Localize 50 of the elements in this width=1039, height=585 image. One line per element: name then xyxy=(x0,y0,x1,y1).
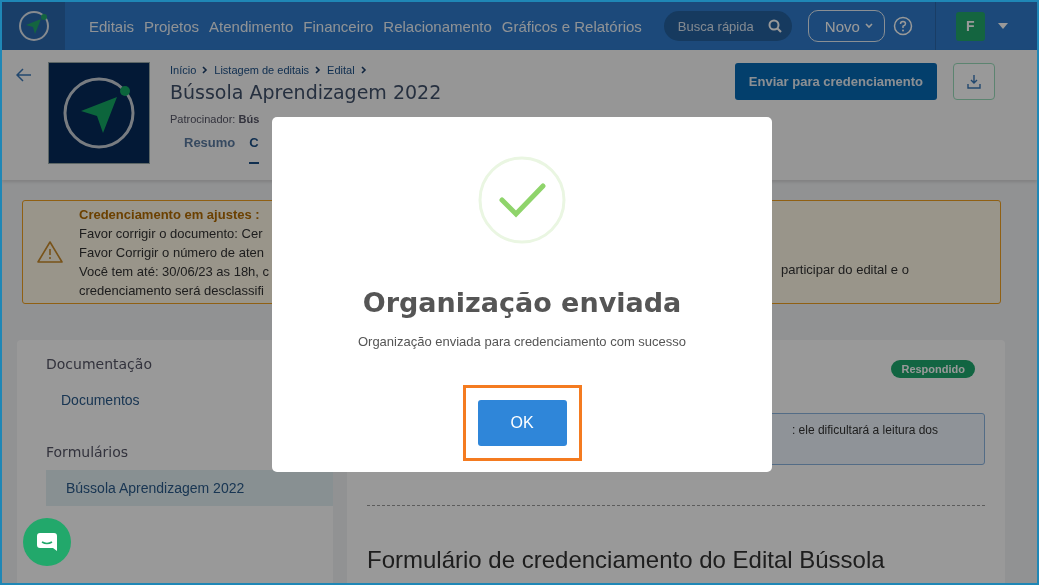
sponsor-label: Patrocinador: xyxy=(170,113,236,125)
form-heading: Formulário de credenciamento do Edital Bússola xyxy=(367,546,886,574)
chevron-icon xyxy=(201,66,210,74)
status-badge: Respondido xyxy=(891,360,975,378)
breadcrumb-link[interactable]: Listagem de editais xyxy=(214,64,310,76)
alert-text: credenciamento será desclassifi xyxy=(79,281,265,300)
dialog-message: Organização enviada para credenciamento com sucesso xyxy=(357,334,687,349)
sponsor-name: Bús xyxy=(238,113,260,125)
ok-button[interactable]: OK xyxy=(477,400,567,446)
search-field[interactable]: Busca rápida xyxy=(663,11,792,41)
chevron-icon xyxy=(863,22,874,30)
caret-icon[interactable] xyxy=(996,22,1009,30)
edital-title: Bússola Aprendizagem 2022 xyxy=(170,81,442,103)
sidebar-heading: Formulários xyxy=(46,444,130,460)
search-icon[interactable] xyxy=(767,19,782,33)
alert-text: Favor corrigir o documento: Cer xyxy=(79,224,264,243)
warning-icon xyxy=(37,240,63,264)
breadcrumb-link[interactable]: Edital xyxy=(327,64,355,76)
user-avatar[interactable]: F xyxy=(955,11,985,41)
tab[interactable]: C xyxy=(249,131,259,164)
breadcrumb-link[interactable]: Início xyxy=(170,64,197,76)
download-icon xyxy=(966,73,982,90)
alert-title: Credenciamento em ajustes : xyxy=(79,205,261,224)
back-arrow-icon[interactable] xyxy=(16,68,32,82)
alert-text: participar do edital e o xyxy=(781,262,909,277)
nav-link[interactable]: Atendimento xyxy=(209,17,294,35)
compass-logo-icon xyxy=(49,63,149,163)
send-button[interactable]: Enviar para credenciamento xyxy=(734,63,937,100)
app-logo[interactable] xyxy=(2,2,65,50)
nav-link[interactable]: Relacionamento xyxy=(383,17,492,35)
new-button[interactable]: Novo xyxy=(807,10,885,42)
dialog-title: Organização enviada xyxy=(362,287,682,318)
alert-text: Favor Corrigir o número de aten xyxy=(79,243,265,262)
chevron-icon xyxy=(359,66,368,74)
download-button[interactable] xyxy=(953,63,995,100)
tab[interactable]: Resumo xyxy=(184,131,236,164)
alert-text: Você tem até: 30/06/23 as 18h, c xyxy=(79,262,270,281)
sidebar-heading: Documentação xyxy=(46,356,153,372)
nav-link[interactable]: Projetos xyxy=(144,17,200,35)
compass-logo-icon xyxy=(16,9,51,43)
search-input[interactable]: Busca rápida xyxy=(677,18,768,34)
chat-icon xyxy=(36,532,58,552)
sidebar-item[interactable]: Bússola Aprendizagem 2022 xyxy=(46,470,333,506)
help-icon[interactable] xyxy=(892,16,913,36)
nav-link[interactable]: Gráficos e Relatórios xyxy=(501,17,642,35)
chevron-icon xyxy=(314,66,323,74)
nav-link[interactable]: Editais xyxy=(89,17,135,35)
info-text: : ele dificultará a leitura dos xyxy=(791,423,938,439)
checkmark-icon xyxy=(477,155,567,245)
nav-link[interactable]: Financeiro xyxy=(303,17,374,35)
